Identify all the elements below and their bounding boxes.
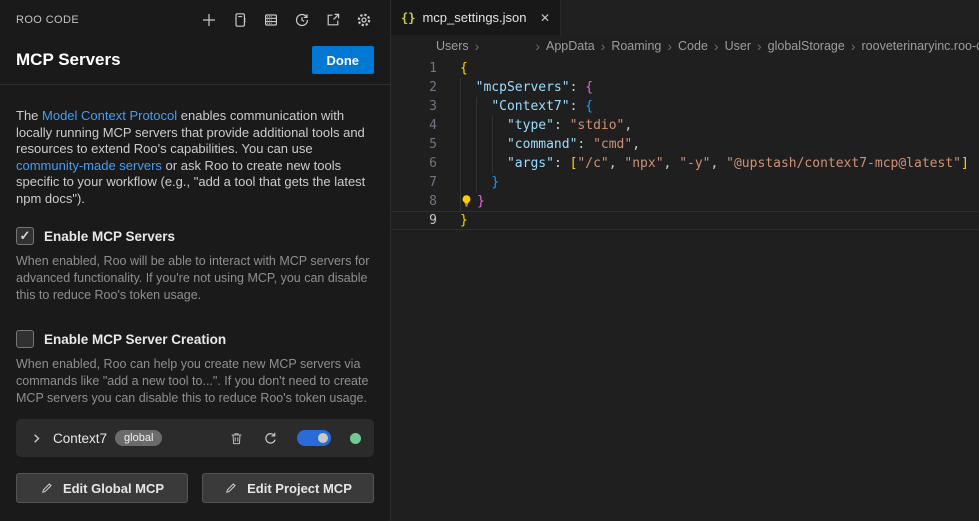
edit-global-mcp-label: Edit Global MCP bbox=[63, 481, 164, 496]
intro-link[interactable]: community-made servers bbox=[16, 158, 162, 173]
breadcrumb-separator: › bbox=[475, 38, 480, 54]
json-file-icon: {} bbox=[401, 11, 415, 25]
enable-mcp-servers-label: Enable MCP Servers bbox=[44, 229, 175, 244]
code-line[interactable]: 2 "mcpServers": { bbox=[391, 78, 979, 97]
code-line-text: { bbox=[437, 59, 468, 78]
extension-title: ROO CODE bbox=[16, 14, 79, 26]
server-enabled-toggle[interactable] bbox=[297, 430, 331, 446]
code-line-text: "type": "stdio", bbox=[437, 116, 632, 135]
breadcrumb-separator: › bbox=[535, 38, 540, 54]
indent-guide bbox=[476, 97, 477, 192]
close-icon[interactable]: ✕ bbox=[540, 12, 550, 24]
breadcrumb: Users › › AppData › Roaming › Code › User › globalS… bbox=[391, 35, 979, 57]
editor-tab-bar: {} mcp_settings.json ✕ bbox=[391, 0, 979, 35]
sidebar-body: The Model Context Protocol enables commu… bbox=[0, 108, 390, 503]
breadcrumb-item[interactable]: Code bbox=[678, 39, 708, 53]
breadcrumb-separator: › bbox=[851, 38, 856, 54]
indent-guide bbox=[492, 116, 493, 173]
server-row-context7[interactable]: Context7 global bbox=[16, 419, 374, 457]
line-number: 1 bbox=[391, 59, 437, 78]
intro-text: The Model Context Protocol enables commu… bbox=[16, 108, 374, 207]
breadcrumb-item[interactable]: AppData bbox=[546, 39, 595, 53]
chevron-right-icon[interactable] bbox=[29, 431, 44, 446]
pencil-icon bbox=[224, 481, 238, 495]
code-line-text: } bbox=[437, 211, 468, 230]
code-editor[interactable]: 1{2 "mcpServers": {3 "Context7": {4 "typ… bbox=[391, 57, 979, 521]
enable-mcp-creation-description: When enabled, Roo can help you create ne… bbox=[16, 356, 374, 407]
line-number: 9 bbox=[391, 211, 437, 230]
edit-buttons-row: Edit Global MCP Edit Project MCP bbox=[16, 473, 374, 503]
header-divider bbox=[0, 84, 390, 85]
line-number: 8 bbox=[391, 192, 437, 211]
page-title: MCP Servers bbox=[16, 50, 121, 70]
code-line[interactable]: 1{ bbox=[391, 59, 979, 78]
breadcrumb-item[interactable]: User bbox=[725, 39, 751, 53]
code-line[interactable]: 4 "type": "stdio", bbox=[391, 116, 979, 135]
toggle-knob bbox=[318, 433, 328, 443]
server-name: Context7 bbox=[53, 431, 107, 446]
enable-mcp-servers-checkbox[interactable] bbox=[16, 227, 34, 245]
breadcrumb-separator: › bbox=[714, 38, 719, 54]
code-lines: 1{2 "mcpServers": {3 "Context7": {4 "typ… bbox=[391, 59, 979, 230]
settings-gear-icon[interactable] bbox=[354, 10, 374, 30]
code-line[interactable]: 9} bbox=[391, 211, 979, 230]
line-number: 2 bbox=[391, 78, 437, 97]
server-scope-badge: global bbox=[115, 430, 162, 446]
enable-mcp-creation-checkbox[interactable] bbox=[16, 330, 34, 348]
breadcrumb-item[interactable]: rooveterinaryinc.roo-cli bbox=[862, 39, 979, 53]
enable-mcp-creation-row: Enable MCP Server Creation bbox=[16, 330, 374, 348]
edit-project-mcp-label: Edit Project MCP bbox=[247, 481, 352, 496]
breadcrumb-item[interactable]: Roaming bbox=[611, 39, 661, 53]
app-window: ROO CODE bbox=[0, 0, 979, 521]
server-status-dot bbox=[350, 433, 361, 444]
tab-filename: mcp_settings.json bbox=[422, 10, 526, 25]
code-line-text: "command": "cmd", bbox=[437, 135, 640, 154]
trash-icon[interactable] bbox=[229, 431, 244, 446]
enable-mcp-servers-description: When enabled, Roo will be able to intera… bbox=[16, 253, 374, 304]
enable-mcp-creation-label: Enable MCP Server Creation bbox=[44, 332, 226, 347]
code-line[interactable]: 3 "Context7": { bbox=[391, 97, 979, 116]
breadcrumb-separator: › bbox=[601, 38, 606, 54]
line-number: 4 bbox=[391, 116, 437, 135]
pencil-icon bbox=[40, 481, 54, 495]
intro-link[interactable]: Model Context Protocol bbox=[42, 108, 177, 123]
refresh-icon[interactable] bbox=[263, 431, 278, 446]
intro-span: The bbox=[16, 108, 42, 123]
code-line[interactable]: 5 "command": "cmd", bbox=[391, 135, 979, 154]
done-button[interactable]: Done bbox=[312, 46, 375, 74]
breadcrumb-separator: › bbox=[667, 38, 672, 54]
line-number: 3 bbox=[391, 97, 437, 116]
breadcrumb-item[interactable]: Users bbox=[436, 39, 469, 53]
editor-pane: {} mcp_settings.json ✕ Users › › AppData › Ro… bbox=[390, 0, 979, 521]
breadcrumb-item[interactable]: globalStorage bbox=[768, 39, 845, 53]
enable-mcp-servers-row: Enable MCP Servers bbox=[16, 227, 374, 245]
edit-project-mcp-button[interactable]: Edit Project MCP bbox=[202, 473, 374, 503]
lightbulb-icon[interactable] bbox=[460, 192, 477, 211]
notebook-icon[interactable] bbox=[230, 10, 250, 30]
code-line-text: "args": ["/c", "npx", "-y", "@upstash/co… bbox=[437, 154, 969, 173]
roo-code-sidebar: ROO CODE bbox=[0, 0, 390, 521]
code-line[interactable]: 8} bbox=[391, 192, 979, 211]
edit-global-mcp-button[interactable]: Edit Global MCP bbox=[16, 473, 188, 503]
code-line[interactable]: 6 "args": ["/c", "npx", "-y", "@upstash/… bbox=[391, 154, 979, 173]
open-in-editor-icon[interactable] bbox=[323, 10, 343, 30]
breadcrumb-separator: › bbox=[757, 38, 762, 54]
code-line-text: } bbox=[437, 173, 499, 192]
plus-icon[interactable] bbox=[199, 10, 219, 30]
sidebar-toolbar bbox=[199, 10, 374, 30]
sidebar-header: ROO CODE bbox=[0, 0, 390, 74]
line-number: 6 bbox=[391, 154, 437, 173]
mcp-server-icon[interactable] bbox=[261, 10, 281, 30]
line-number: 5 bbox=[391, 135, 437, 154]
code-line[interactable]: 7 } bbox=[391, 173, 979, 192]
line-number: 7 bbox=[391, 173, 437, 192]
history-icon[interactable] bbox=[292, 10, 312, 30]
tab-mcp-settings[interactable]: {} mcp_settings.json ✕ bbox=[391, 0, 561, 35]
indent-guide bbox=[460, 78, 461, 211]
